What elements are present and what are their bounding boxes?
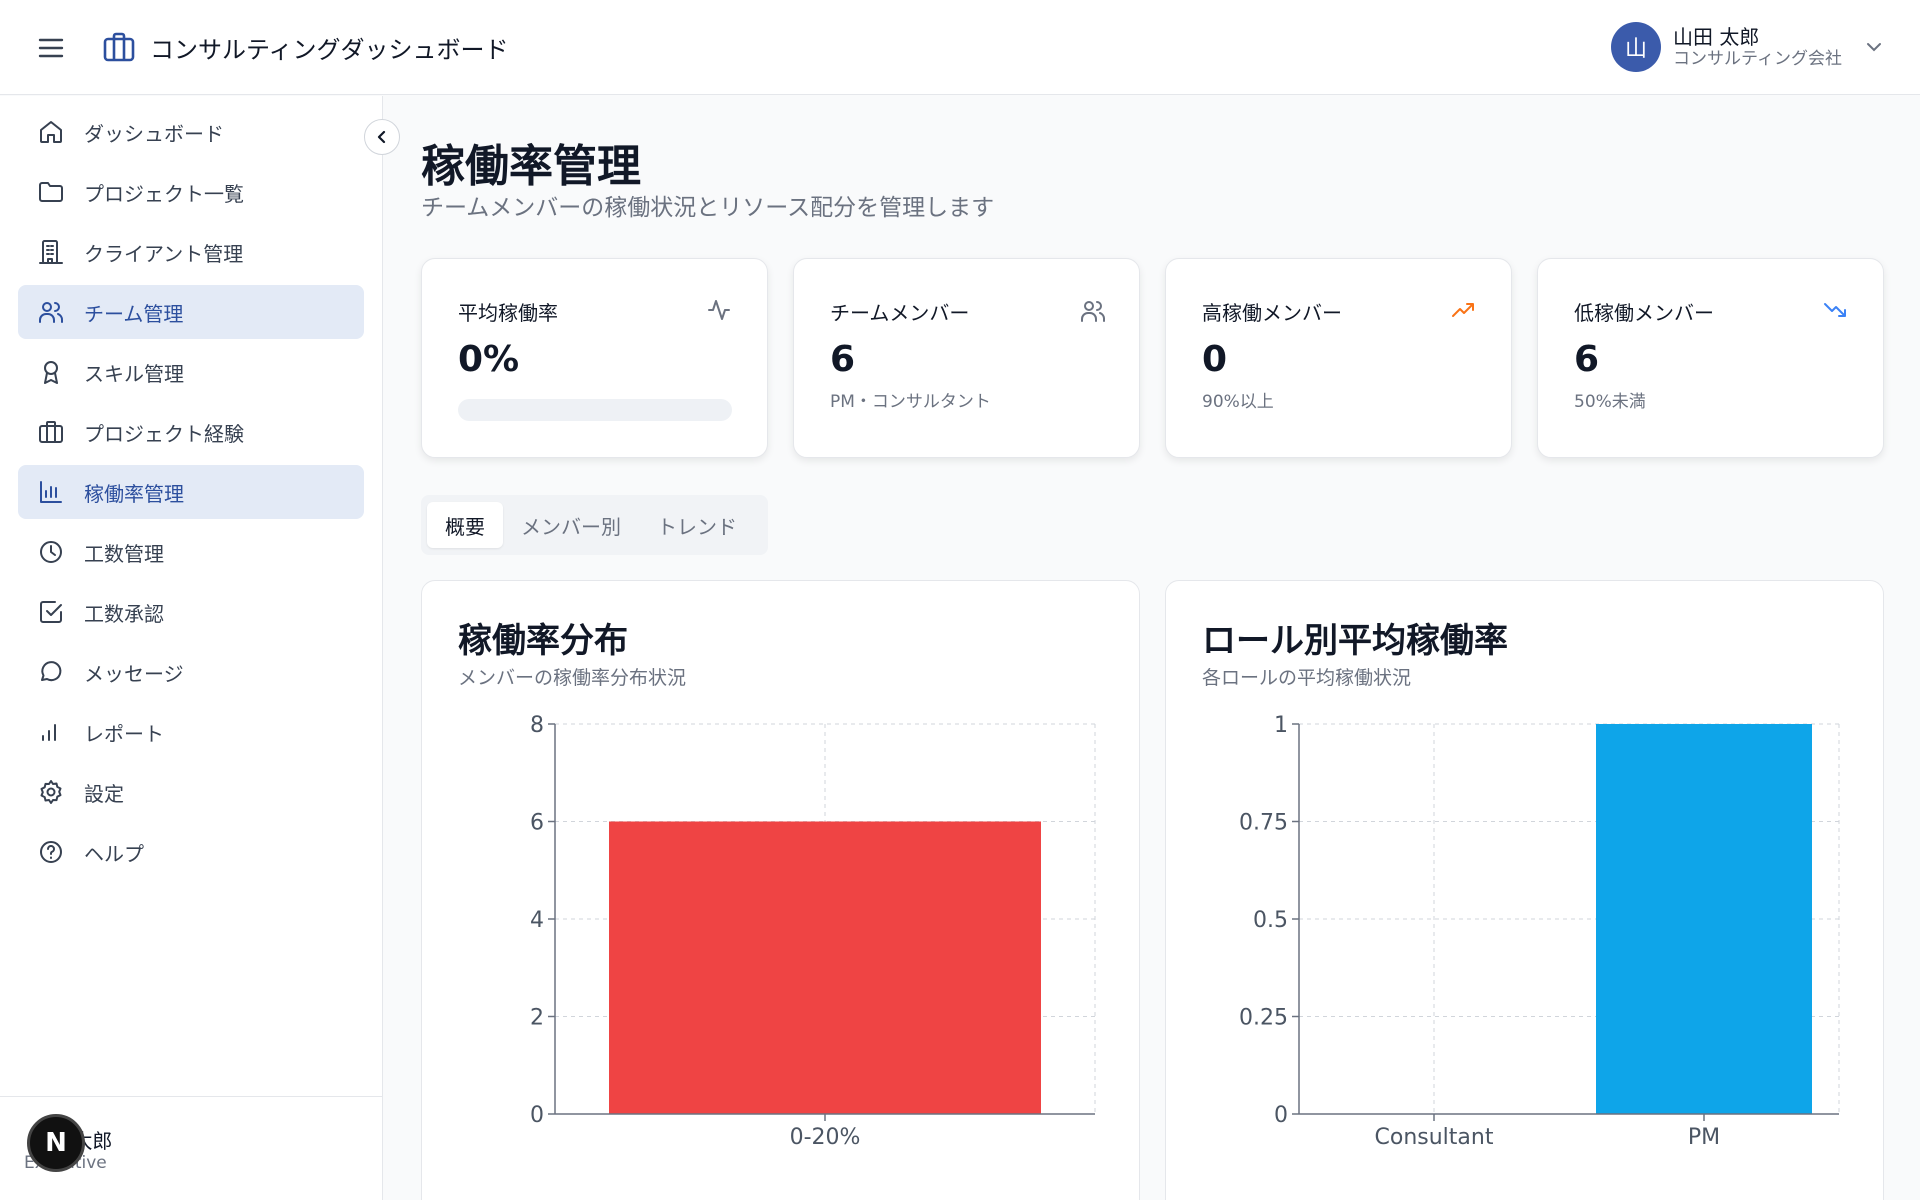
y-tick-label: 4	[530, 908, 544, 933]
sidebar-item-label: ヘルプ	[84, 841, 144, 866]
chevron-left-icon	[377, 130, 386, 144]
distribution-chart-card: 稼働率分布 メンバーの稼働率分布状況 0 2 4 6 8 0-20%	[421, 580, 1140, 1200]
user-info: 山田 太郎 コンサルティング会社	[1673, 25, 1842, 69]
stat-label: チームメンバー	[830, 301, 970, 325]
stat-card: 低稼働メンバー 6 50%未満	[1537, 258, 1884, 458]
app-title: コンサルティングダッシュボード	[150, 36, 509, 64]
trending-up-icon	[1452, 303, 1474, 317]
sidebar-item[interactable]: 工数承認	[18, 585, 364, 639]
stat-label: 平均稼働率	[458, 301, 558, 325]
stat-card: チームメンバー 6 PM・コンサルタント	[793, 258, 1140, 458]
briefcase-icon	[103, 32, 135, 62]
stat-value: 6	[830, 339, 856, 380]
stat-note: 90%以上	[1202, 392, 1274, 412]
stat-note: PM・コンサルタント	[830, 392, 991, 412]
building-icon	[36, 237, 66, 267]
message-icon	[36, 657, 66, 687]
stat-note: 50%未満	[1574, 392, 1646, 412]
user-menu[interactable]: 山 山田 太郎 コンサルティング会社	[1611, 22, 1884, 72]
sidebar-item-label: プロジェクト経験	[84, 421, 244, 446]
y-tick-label: 0.75	[1239, 811, 1288, 836]
sidebar-item[interactable]: 稼働率管理	[18, 465, 364, 519]
y-tick-label: 1	[1274, 713, 1288, 738]
sidebar-item-label: 設定	[84, 781, 124, 806]
sidebar-item-label: 工数承認	[84, 601, 164, 626]
stat-value: 0%	[458, 339, 520, 380]
page-title: 稼働率管理	[421, 141, 641, 192]
role-chart: 0 0.25 0.5 0.75 1 Consultant PM	[1239, 713, 1840, 1150]
sidebar-nav: ダッシュボード プロジェクト一覧 クライアント管理 チーム管理スキル管理プロジェクト経…	[18, 105, 364, 885]
bar-chart-icon	[36, 477, 66, 507]
avatar: 山	[1611, 22, 1662, 72]
sidebar-item-label: ダッシュボード	[84, 121, 224, 146]
sidebar-item[interactable]: チーム管理	[18, 285, 364, 339]
stat-label: 低稼働メンバー	[1574, 301, 1714, 325]
user-company: コンサルティング会社	[1673, 48, 1842, 69]
page-subtitle: チームメンバーの稼働状況とリソース配分を管理します	[421, 195, 995, 221]
sidebar-item[interactable]: メッセージ	[18, 645, 364, 699]
help-icon	[36, 837, 66, 867]
gear-icon	[36, 777, 66, 807]
stat-card: 高稼働メンバー 0 90%以上	[1165, 258, 1512, 458]
clock-icon	[36, 537, 66, 567]
y-tick-label: 0	[1274, 1103, 1288, 1128]
sidebar-item[interactable]: クライアント管理	[18, 225, 364, 279]
utilization-progress-bar	[458, 399, 732, 421]
chevron-down-icon	[1867, 43, 1881, 52]
dev-badge[interactable]: N	[27, 1114, 85, 1172]
top-header: コンサルティングダッシュボード 山 山田 太郎 コンサルティング会社	[0, 0, 1920, 95]
sidebar-item[interactable]: プロジェクト一覧	[18, 165, 364, 219]
tab[interactable]: メンバー別	[503, 502, 639, 548]
sidebar-item-label: 工数管理	[84, 541, 164, 566]
trending-down-icon	[1824, 303, 1846, 317]
bar	[1596, 724, 1812, 1114]
sidebar-item-label: メッセージ	[84, 661, 184, 686]
sidebar-item[interactable]: レポート	[18, 705, 364, 759]
home-icon	[36, 117, 66, 147]
sidebar-item-label: 稼働率管理	[84, 481, 184, 506]
stat-card: 平均稼働率 0%	[421, 258, 768, 458]
sidebar-item[interactable]: ダッシュボード	[18, 105, 364, 159]
menu-button[interactable]	[36, 33, 66, 63]
sidebar-item-label: クライアント管理	[84, 241, 244, 266]
role-chart-card: ロール別平均稼働率 各ロールの平均稼働状況 0 0.25 0.5 0.75 1 Consu…	[1165, 580, 1884, 1200]
y-tick-label: 0.5	[1253, 908, 1288, 933]
briefcase-icon	[36, 417, 66, 447]
sidebar-item[interactable]: 工数管理	[18, 525, 364, 579]
sidebar-item-label: プロジェクト一覧	[84, 181, 244, 206]
tab[interactable]: トレンド	[639, 502, 755, 548]
sidebar-item-label: レポート	[84, 721, 164, 746]
distribution-chart: 0 2 4 6 8 0-20%	[530, 713, 1096, 1150]
sidebar-item[interactable]: ヘルプ	[18, 825, 364, 879]
sidebar-item[interactable]: 設定	[18, 765, 364, 819]
signal-icon	[36, 717, 66, 747]
users-icon	[1081, 301, 1105, 322]
stat-label: 高稼働メンバー	[1202, 301, 1342, 325]
y-tick-label: 0	[530, 1103, 544, 1128]
tab[interactable]: 概要	[427, 502, 503, 548]
sidebar-item-label: チーム管理	[84, 301, 184, 326]
y-tick-label: 0.25	[1239, 1006, 1288, 1031]
check-square-icon	[36, 597, 66, 627]
x-tick-label: Consultant	[1375, 1125, 1494, 1150]
y-tick-label: 2	[530, 1006, 544, 1031]
tab-list: 概要 メンバー別 トレンド	[421, 495, 768, 555]
sidebar-item[interactable]: スキル管理	[18, 345, 364, 399]
activity-icon	[708, 300, 730, 320]
y-tick-label: 6	[530, 811, 544, 836]
y-tick-label: 8	[530, 713, 544, 738]
folder-icon	[36, 177, 66, 207]
bar	[609, 821, 1041, 1114]
stat-value: 0	[1202, 339, 1228, 380]
x-tick-label: 0-20%	[790, 1125, 861, 1150]
stat-value: 6	[1574, 339, 1600, 380]
user-name: 山田 太郎	[1673, 24, 1760, 49]
hamburger-icon	[38, 38, 64, 58]
x-tick-label: PM	[1688, 1125, 1720, 1150]
users-icon	[36, 297, 66, 327]
award-icon	[36, 357, 66, 387]
sidebar-item-label: スキル管理	[84, 361, 184, 386]
collapse-sidebar-button[interactable]	[364, 119, 400, 155]
sidebar-item[interactable]: プロジェクト経験	[18, 405, 364, 459]
